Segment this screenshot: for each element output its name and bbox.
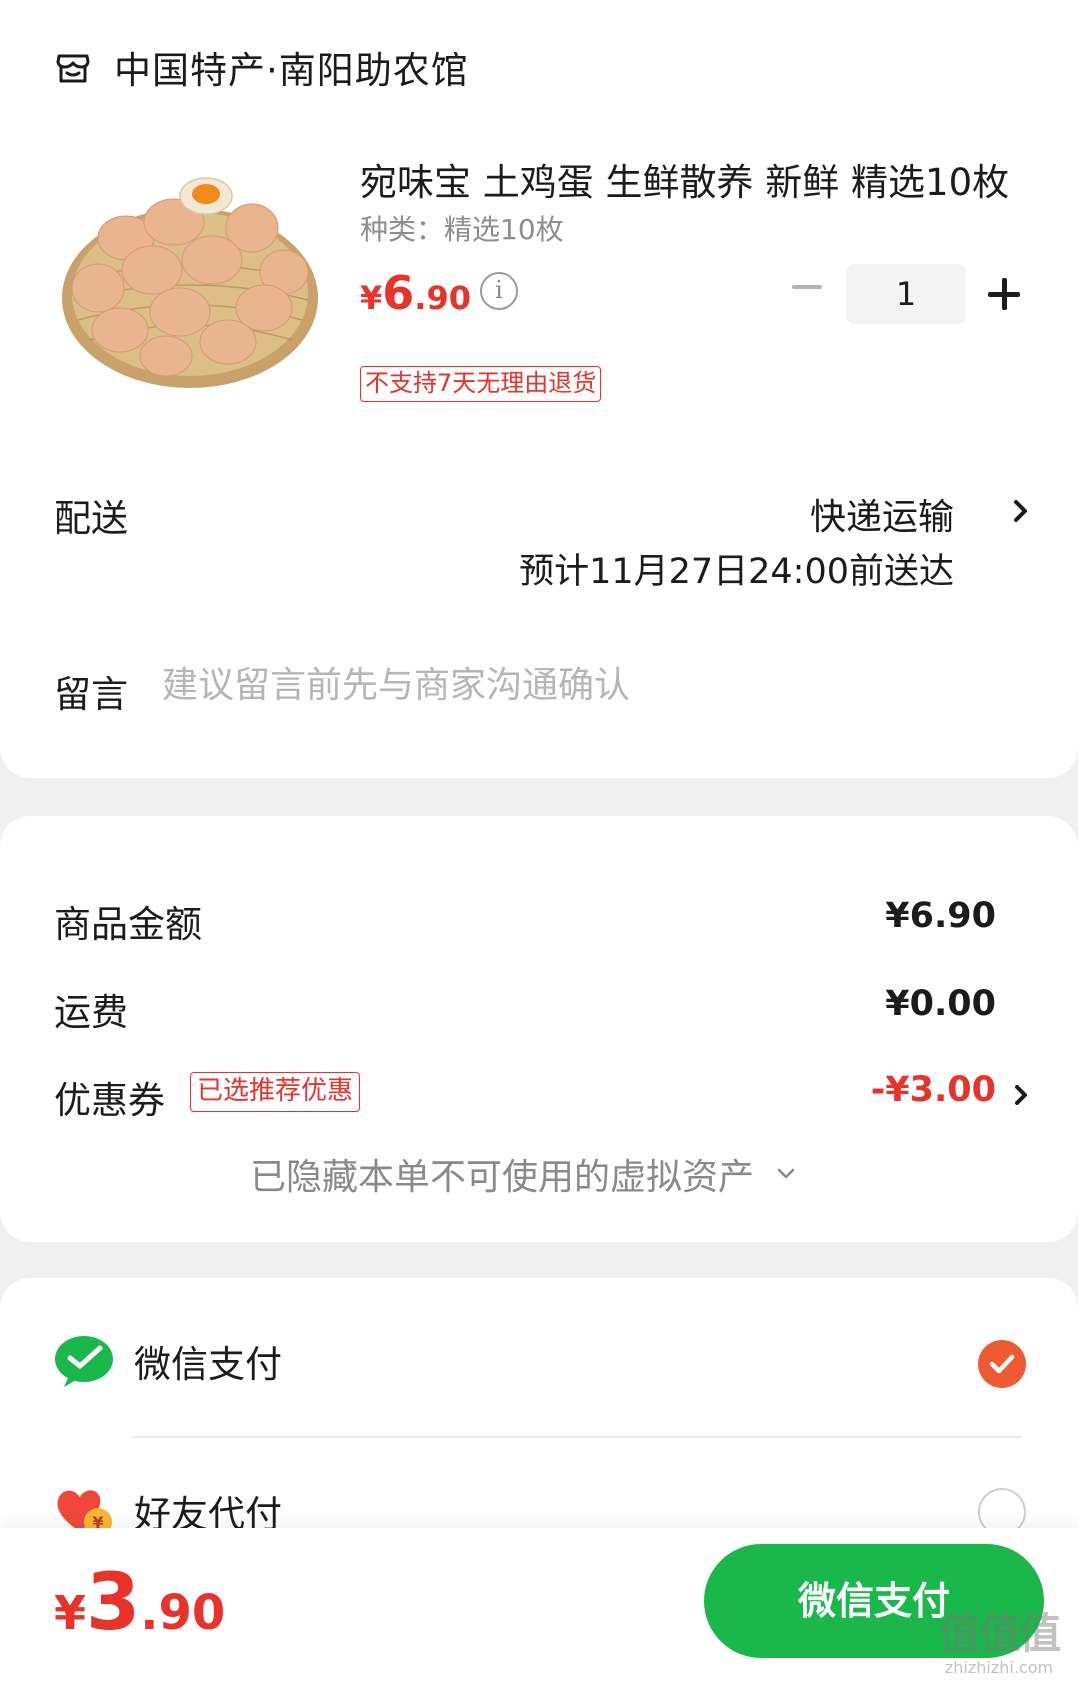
goods-amount-label: 商品金额 xyxy=(54,903,202,946)
hidden-assets-text: 已隐藏本单不可使用的虚拟资产 xyxy=(250,1157,755,1198)
product-image xyxy=(62,177,318,388)
goods-amount-value: ¥6.90 xyxy=(885,896,996,936)
quantity-value[interactable]: 1 xyxy=(846,264,966,324)
coupon-tag[interactable]: 已选推荐优惠 xyxy=(190,1072,361,1112)
shipping-value: ¥0.00 xyxy=(885,984,996,1024)
chevron-down-icon xyxy=(777,1168,795,1179)
wechat-pay-icon xyxy=(55,1336,113,1387)
total-decimal: .90 xyxy=(140,1585,226,1641)
shipping-label: 运费 xyxy=(54,991,128,1034)
no-return-tag: 不支持7天无理由退货 xyxy=(360,366,602,402)
watermark-main: 值值值 xyxy=(938,1609,1061,1658)
payment-divider xyxy=(132,1436,1022,1438)
chevron-right-icon[interactable] xyxy=(1006,494,1036,528)
total-currency: ¥ xyxy=(54,1586,87,1640)
delivery-estimate: 预计11月27日24:00前送达 xyxy=(519,552,954,592)
amount-card: 商品金额 ¥6.90 运费 ¥0.00 优惠券 已选推荐优惠 -¥3.00 已隐… xyxy=(0,816,1078,1242)
message-label: 留言 xyxy=(54,673,128,716)
shop-header[interactable]: 中国特产·南阳助农馆 xyxy=(54,40,469,94)
coupon-value[interactable]: -¥3.00 xyxy=(871,1070,996,1110)
shop-name: 中国特产·南阳助农馆 xyxy=(114,49,469,92)
product-price: ¥ 6 .90 xyxy=(360,266,471,320)
radio-checked-icon[interactable] xyxy=(978,1340,1026,1388)
total-integer: 3 xyxy=(86,1558,141,1648)
delivery-method[interactable]: 快递运输 xyxy=(810,488,954,540)
coupon-label: 优惠券 xyxy=(54,1079,165,1122)
checkout-page: 中国特产·南阳助农馆 宛味宝 土鸡蛋 生鲜散养 新鲜 精选10枚 种类：精选10… xyxy=(0,0,1078,1688)
quantity-minus-button[interactable] xyxy=(790,270,824,304)
message-input[interactable] xyxy=(162,660,982,710)
price-currency: ¥ xyxy=(360,279,383,317)
order-card: 中国特产·南阳助农馆 宛味宝 土鸡蛋 生鲜散养 新鲜 精选10枚 种类：精选10… xyxy=(0,0,1078,778)
watermark: 值值值 zhizhizhi.com xyxy=(926,1610,1072,1684)
bottom-pay-bar: ¥ 3 .90 微信支付 xyxy=(0,1528,1078,1688)
watermark-sub: zhizhizhi.com xyxy=(944,1658,1054,1677)
hidden-assets-toggle[interactable]: 已隐藏本单不可使用的虚拟资产 xyxy=(250,1148,798,1200)
product-spec[interactable]: 种类：精选10枚 xyxy=(360,208,564,248)
delivery-label: 配送 xyxy=(54,497,128,540)
chevron-right-icon[interactable] xyxy=(1010,1078,1034,1112)
shop-icon xyxy=(56,54,90,83)
payment-option-wechat[interactable]: 微信支付 xyxy=(54,1334,282,1388)
price-decimal: .90 xyxy=(414,279,471,317)
payment-option-label: 微信支付 xyxy=(134,1343,282,1386)
price-integer: 6 xyxy=(382,266,415,320)
quantity-plus-button[interactable] xyxy=(988,278,1020,310)
product-title[interactable]: 宛味宝 土鸡蛋 生鲜散养 新鲜 精选10枚 xyxy=(360,152,1020,206)
info-icon[interactable]: i xyxy=(480,272,518,310)
total-price: ¥ 3 .90 xyxy=(54,1558,225,1648)
